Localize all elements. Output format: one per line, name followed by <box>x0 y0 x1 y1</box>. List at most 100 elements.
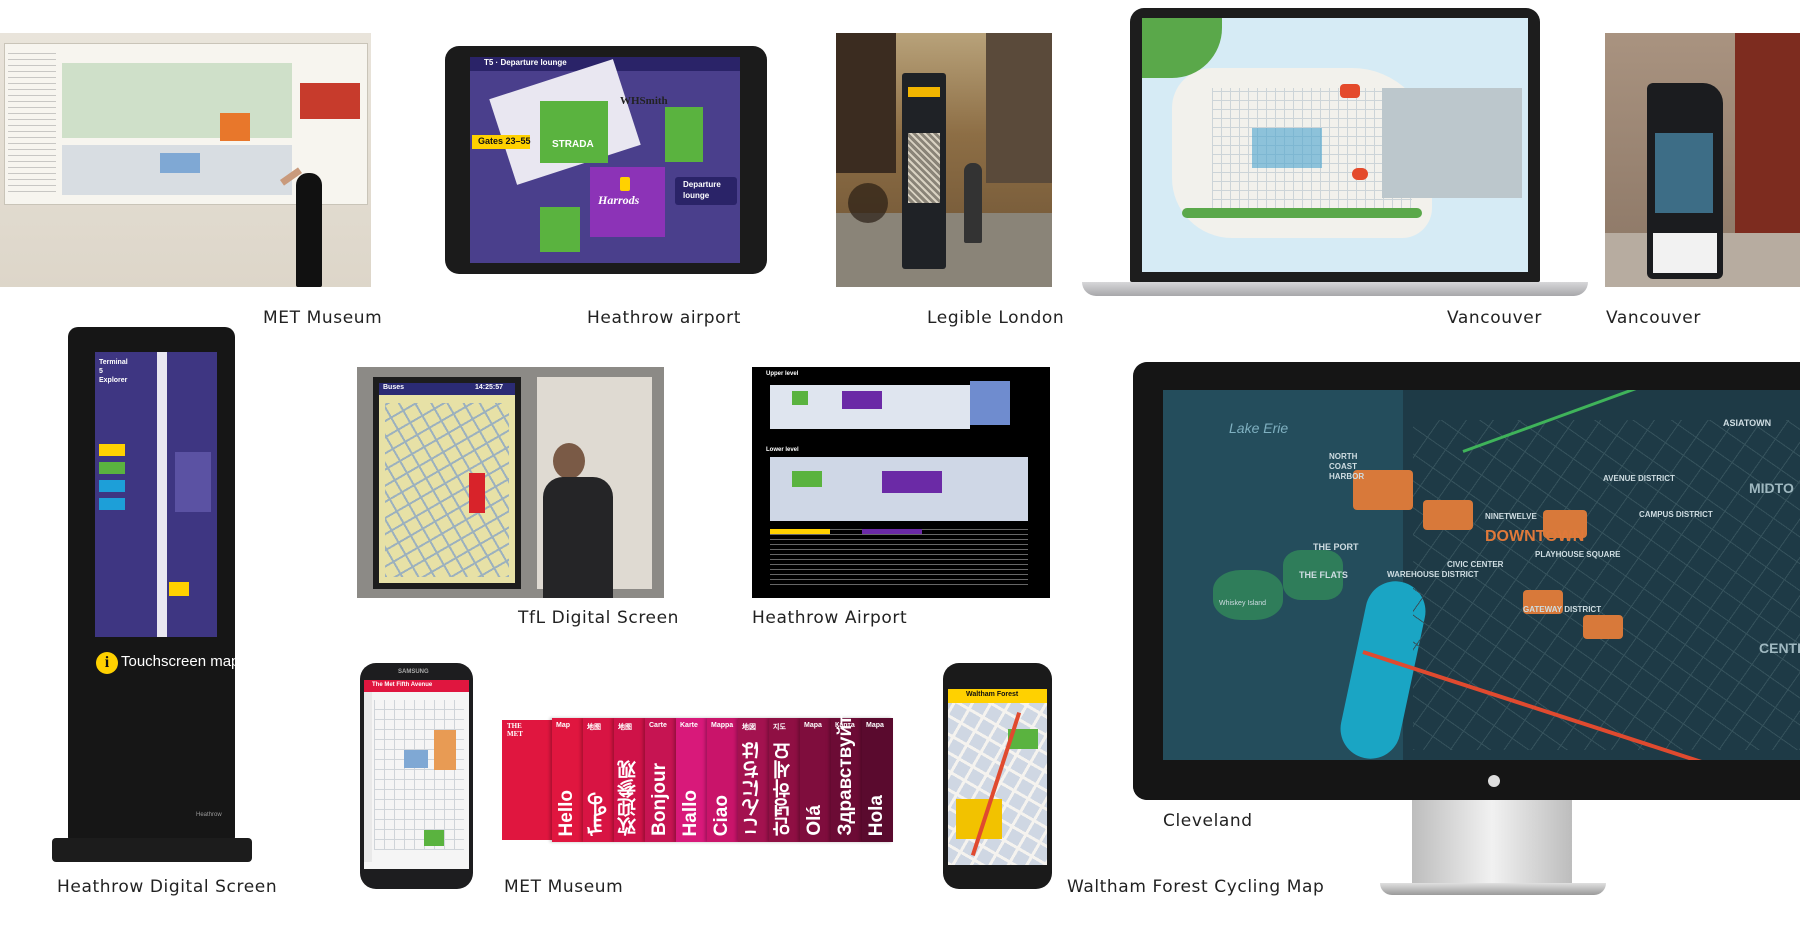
brochure-heading: Mappa <box>711 722 734 729</box>
brochure-heading: Mapa <box>866 722 884 729</box>
kiosk-title: Terminal 5 Explorer <box>99 359 128 384</box>
caption-tfl-digital-screen: TfL Digital Screen <box>518 608 680 628</box>
wall-map-floorplan <box>62 63 292 138</box>
caption-heathrow-airport-plan: Heathrow Airport <box>752 608 908 628</box>
street-building-left <box>836 33 896 173</box>
tablet-harrods-label: Harrods <box>598 193 640 207</box>
brochure-spine: Mapa Olá <box>800 718 831 842</box>
brochure-greeting: 欢迎参观 <box>618 760 639 836</box>
brochure-spine: 地図 こんにちは <box>738 718 769 842</box>
brochure-heading: 지도 <box>773 724 786 731</box>
cleveland-map-screen: Lake Erie DOWNTOWN NORTH COAST HARBOR TH… <box>1163 390 1800 760</box>
caption-vancouver-laptop: Vancouver <box>1447 308 1542 328</box>
brochure-heading: 地图 <box>587 724 601 731</box>
samsung-phone: SAMSUNG The Met Fifth Avenue <box>360 663 473 889</box>
caption-vancouver-totem: Vancouver <box>1606 308 1701 328</box>
brochure-spine: Map Hello <box>552 718 583 842</box>
legible-london-sign-map <box>908 133 940 203</box>
legible-london-sign-stripe <box>908 87 940 97</box>
cleveland-civic-label: CIVIC CENTER <box>1447 560 1504 569</box>
cleveland-avenue-label: AVENUE DISTRICT <box>1603 474 1675 483</box>
cafe-table <box>848 183 888 223</box>
tablet-gates-label[interactable]: Gates 23–55 <box>478 136 531 146</box>
vancouver-map-screen <box>1142 18 1528 272</box>
cleveland-landmarks-5 <box>1583 615 1623 639</box>
cleveland-lake-label: Lake Erie <box>1229 420 1289 436</box>
cleveland-midtown-label: MIDTO <box>1749 480 1794 496</box>
brochure-spine: Karte Hallo <box>676 718 707 842</box>
vancouver-green-strip <box>1182 208 1422 218</box>
brochure-heading: Mapa <box>804 722 822 729</box>
tfl-person-body <box>543 477 613 598</box>
kiosk-base <box>52 838 252 862</box>
met-phone-sidebar[interactable] <box>364 692 372 862</box>
cleveland-asiatown-label: ASIATOWN <box>1723 418 1772 428</box>
tfl-header-text: Buses <box>383 384 405 391</box>
caption-heathrow-digital-screen: Heathrow Digital Screen <box>57 877 278 897</box>
kiosk-menu-blue-2[interactable] <box>99 498 125 510</box>
plan-lower-green <box>792 471 822 487</box>
brochure-heading: 地図 <box>742 724 756 731</box>
met-phone-floorplan <box>374 700 464 850</box>
met-phone-header-text: The Met Fifth Avenue <box>372 682 433 688</box>
brochure-heading: 地图 <box>618 724 632 731</box>
caption-legible-london: Legible London <box>927 308 1065 328</box>
plan-index-header-yellow <box>770 529 830 534</box>
vancouver-totem-photo <box>1605 33 1800 287</box>
tablet-zone-green <box>540 101 608 163</box>
waltham-header-text: Waltham Forest <box>966 691 1019 698</box>
brochure-greeting: Bonjour <box>649 763 670 836</box>
tfl-time-text: 14:25:57 <box>475 384 504 391</box>
tablet-zone-green-3 <box>540 207 580 252</box>
visitor-figure <box>296 173 322 287</box>
plan-index-table <box>770 529 1028 589</box>
monitor-chin <box>1133 765 1800 800</box>
plan-upper-purple <box>842 391 882 409</box>
kiosk-touchscreen-label: Touchscreen map <box>121 653 240 670</box>
tfl-map-grid <box>385 403 509 577</box>
plan-upper-green <box>792 391 808 405</box>
caption-waltham-forest: Waltham Forest Cycling Map <box>1067 877 1325 897</box>
cleveland-whiskey-label: Whiskey Island <box>1219 600 1267 607</box>
apple-logo <box>1488 775 1500 787</box>
cleveland-gateway-label: GATEWAY DISTRICT <box>1523 605 1602 614</box>
tfl-route-red <box>469 473 485 513</box>
tfl-person-head <box>553 443 585 479</box>
tfl-screen: Buses 14:25:57 <box>379 383 515 583</box>
met-phone-screen: The Met Fifth Avenue <box>364 680 469 869</box>
cleveland-grid <box>1413 420 1800 750</box>
brochure-greeting: ᠮᠡᠨᠳᠦ <box>587 792 608 836</box>
plan-upper-blue <box>970 381 1010 425</box>
kiosk-map-yellow <box>169 582 189 596</box>
samsung-brand: SAMSUNG <box>398 669 429 675</box>
monitor-stand-neck <box>1412 800 1572 886</box>
pedestrian <box>964 163 982 243</box>
met-logo: THE MET <box>507 722 523 738</box>
street-building-right <box>986 33 1052 183</box>
cleveland-warehouse-label: WAREHOUSE DISTRICT <box>1387 570 1479 579</box>
kiosk-menu-green[interactable] <box>99 462 125 474</box>
cleveland-landmarks-2 <box>1423 500 1473 530</box>
vancouver-highlight-red-2 <box>1352 168 1368 180</box>
wall-map-highlight-blue <box>160 153 200 173</box>
brochure-spine: Карта Здравствуйте <box>831 705 862 842</box>
waltham-phone-screen: Waltham Forest <box>948 689 1047 865</box>
cleveland-ninetwelve-label: NINETWELVE <box>1485 512 1537 521</box>
cleveland-north-coast-label: NORTH COAST HARBOR <box>1329 452 1365 481</box>
vancouver-totem-map <box>1655 133 1713 213</box>
iphone-device: Waltham Forest <box>943 663 1052 889</box>
kiosk-menu-yellow[interactable] <box>99 444 125 456</box>
tablet-zone-green-2 <box>665 107 703 162</box>
plan-lower-label: Lower level <box>766 447 799 453</box>
plan-index-header-purple <box>862 529 922 534</box>
cleveland-the-flats-label: THE FLATS <box>1299 570 1348 580</box>
info-icon: i <box>96 652 118 674</box>
tablet-info-icon[interactable] <box>620 177 630 191</box>
cleveland-campus-label: CAMPUS DISTRICT <box>1639 510 1713 519</box>
kiosk-menu-blue[interactable] <box>99 480 125 492</box>
brochure-heading: Carte <box>649 722 667 729</box>
brochure-spine: 地图 ᠮᠡᠨᠳᠦ <box>583 718 614 842</box>
brochure-heading: Map <box>556 722 570 729</box>
legible-london-photo <box>836 33 1052 287</box>
brochure-heading: Karte <box>680 722 698 729</box>
